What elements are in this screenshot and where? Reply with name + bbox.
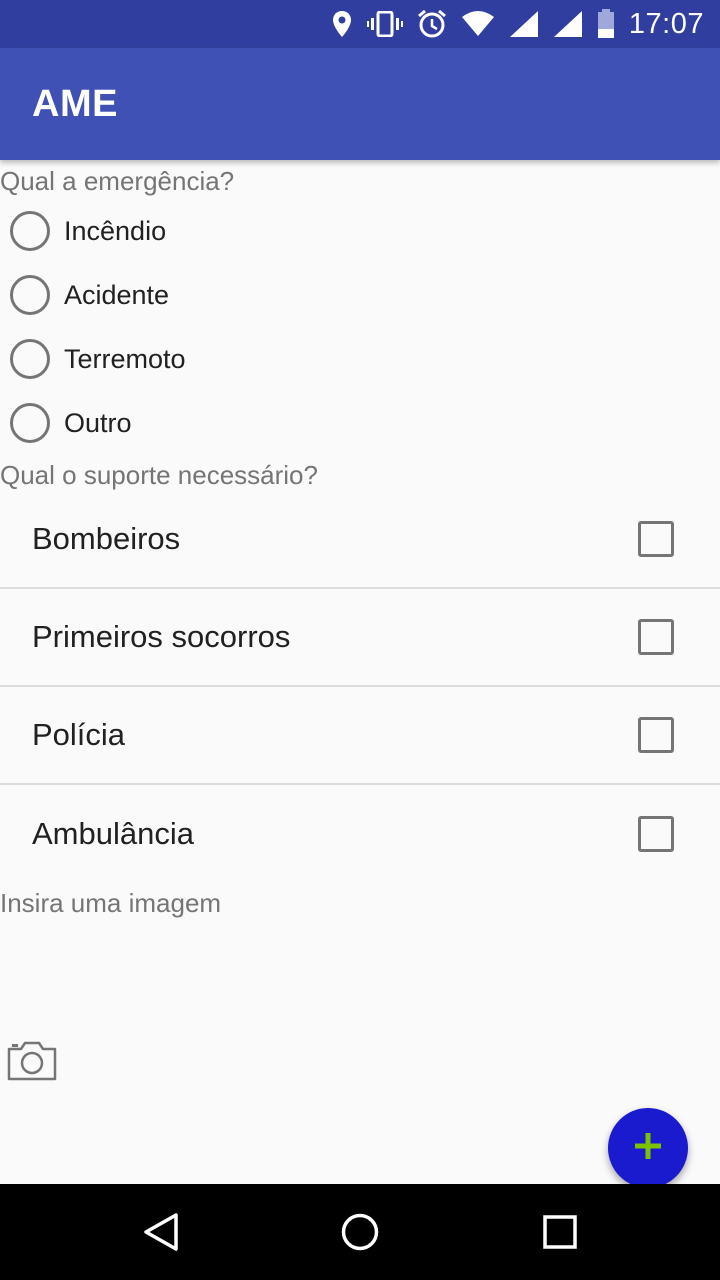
navigation-bar — [0, 1184, 720, 1280]
checkbox-label: Ambulância — [32, 816, 194, 851]
location-icon — [331, 10, 353, 38]
app-bar: AME — [0, 48, 720, 160]
checkbox-label: Primeiros socorros — [32, 619, 291, 654]
checkbox[interactable] — [638, 619, 674, 655]
checkbox-label: Bombeiros — [32, 521, 181, 556]
radio-label: Outro — [64, 407, 132, 438]
radio-incendio[interactable]: Incêndio — [10, 209, 166, 253]
radio-acidente[interactable]: Acidente — [10, 273, 169, 317]
radio-terremoto[interactable]: Terremoto — [10, 337, 186, 381]
signal-icon — [553, 10, 583, 38]
back-icon[interactable] — [142, 1212, 180, 1257]
checkbox[interactable] — [638, 521, 674, 557]
checkbox[interactable] — [638, 717, 674, 753]
checkbox-row-policia[interactable]: Polícia — [0, 687, 720, 785]
emergency-question: Qual a emergência? — [0, 166, 235, 196]
support-question: Qual o suporte necessário? — [0, 460, 318, 490]
wifi-icon — [461, 11, 495, 37]
add-button[interactable] — [608, 1108, 688, 1188]
radio-outro[interactable]: Outro — [10, 401, 132, 445]
checkbox-row-bombeiros[interactable]: Bombeiros — [0, 491, 720, 589]
app-title: AME — [32, 82, 118, 125]
status-clock: 17:07 — [628, 7, 704, 40]
radio-button[interactable] — [10, 403, 50, 443]
alarm-icon — [417, 9, 447, 39]
emergency-form: Qual a emergência? Incêndio Acidente Ter… — [0, 160, 720, 1188]
checkbox-label: Polícia — [32, 717, 126, 752]
image-prompt: Insira uma imagem — [0, 888, 222, 918]
radio-label: Acidente — [64, 279, 170, 310]
recents-icon[interactable] — [542, 1212, 578, 1257]
radio-button[interactable] — [10, 275, 50, 315]
signal-icon — [509, 10, 539, 38]
status-bar: 17:07 — [0, 0, 720, 48]
status-icons — [331, 9, 615, 39]
plus-icon — [633, 1131, 663, 1166]
radio-button[interactable] — [10, 339, 50, 379]
radio-button[interactable] — [10, 211, 50, 251]
vibrate-icon — [366, 11, 403, 37]
radio-label: Terremoto — [64, 343, 186, 374]
radio-label: Incêndio — [64, 215, 167, 246]
checkbox-row-primeiros-socorros[interactable]: Primeiros socorros — [0, 589, 720, 687]
battery-icon — [597, 9, 615, 39]
camera-icon[interactable] — [6, 1040, 58, 1087]
home-icon[interactable] — [340, 1212, 380, 1257]
checkbox-row-ambulancia[interactable]: Ambulância — [0, 785, 720, 883]
checkbox[interactable] — [638, 816, 674, 852]
